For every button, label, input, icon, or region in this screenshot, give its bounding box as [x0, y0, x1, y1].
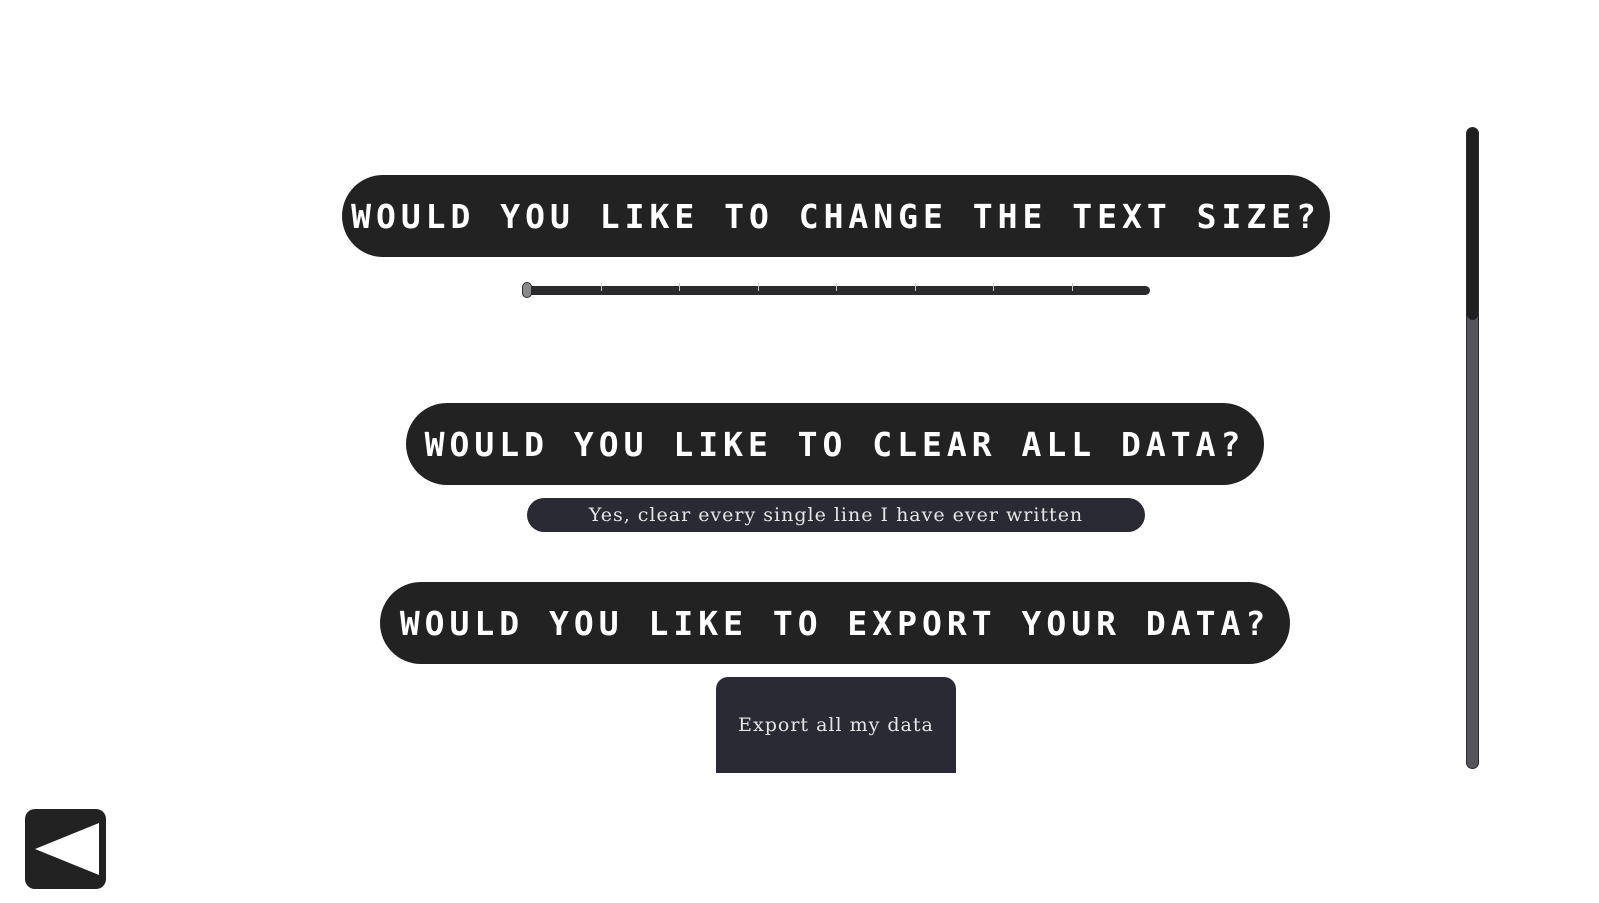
- clear-data-button[interactable]: Yes, clear every single line I have ever…: [527, 498, 1145, 532]
- text-size-question: Would you like to change the text size?: [342, 175, 1330, 257]
- slider-tick: [601, 283, 602, 291]
- scrollbar-thumb[interactable]: [1467, 128, 1478, 320]
- clear-data-question: Would you like to clear all data?: [406, 403, 1264, 485]
- slider-thumb[interactable]: [522, 282, 532, 298]
- slider-tick: [836, 283, 837, 291]
- back-triangle-icon: [34, 823, 99, 875]
- text-size-slider[interactable]: [522, 279, 1150, 301]
- export-data-question: Would you like to export your data?: [380, 582, 1290, 664]
- slider-track[interactable]: [522, 283, 1150, 295]
- slider-tick: [758, 283, 759, 291]
- slider-tick: [1072, 283, 1073, 291]
- back-button[interactable]: [25, 809, 106, 889]
- slider-tick: [679, 283, 680, 291]
- slider-tick: [993, 283, 994, 291]
- slider-tick: [915, 283, 916, 291]
- vertical-scrollbar[interactable]: [1466, 127, 1479, 769]
- export-data-button[interactable]: Export all my data: [716, 677, 956, 773]
